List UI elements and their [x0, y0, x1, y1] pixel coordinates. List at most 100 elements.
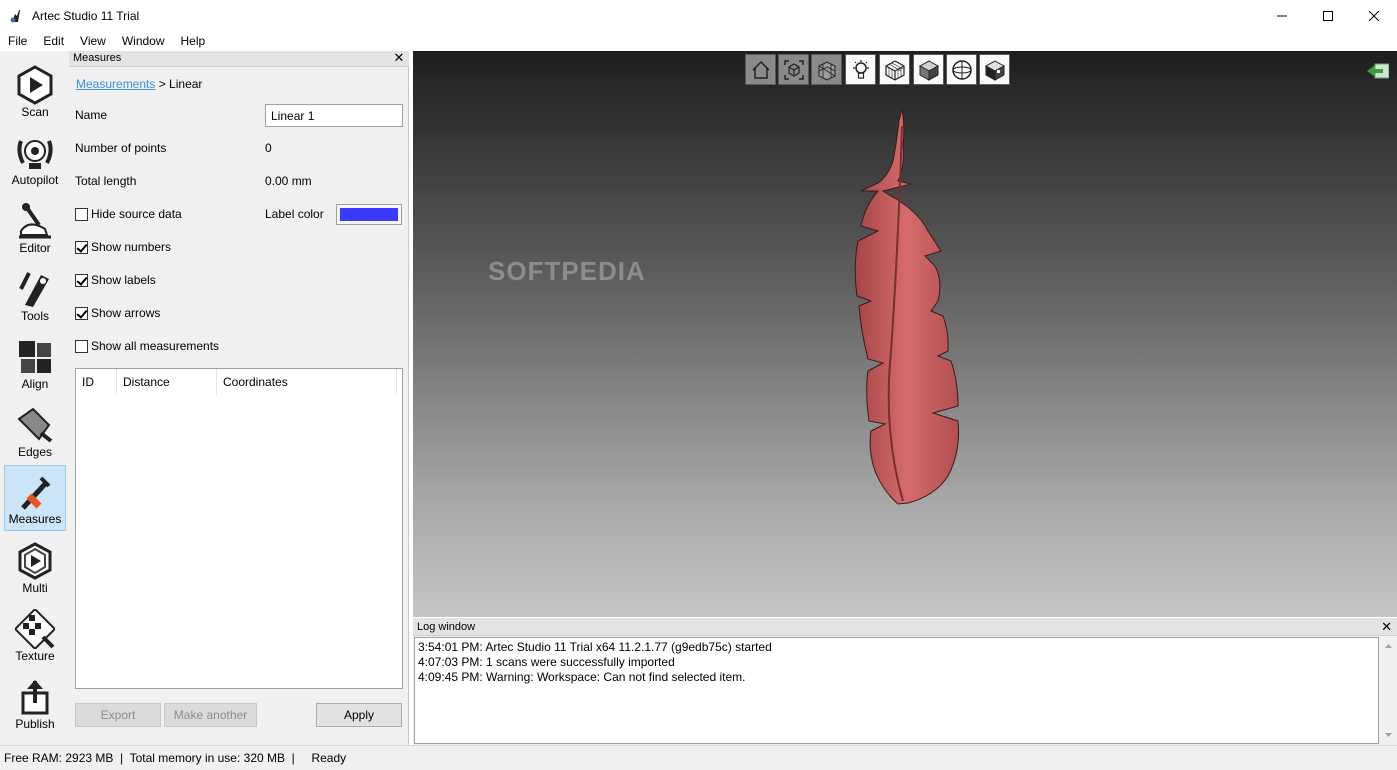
measures-panel: Measures ✕ Measurements > Linear Name Nu… — [69, 51, 409, 745]
menu-window[interactable]: Window — [114, 31, 173, 51]
status-text: Free RAM: 2923 MB | Total memory in use:… — [4, 751, 347, 765]
multi-icon — [18, 542, 52, 580]
panel-title: Measures — [73, 52, 122, 64]
tool-texture[interactable]: Texture — [4, 601, 66, 667]
table-header: ID Distance Coordinates — [76, 369, 402, 396]
tool-scan[interactable]: Scan — [4, 57, 66, 123]
length-value: 0.00 mm — [265, 174, 312, 188]
column-header-id[interactable]: ID — [76, 369, 117, 395]
edges-icon — [17, 407, 53, 443]
measures-icon — [21, 476, 51, 510]
editor-icon — [19, 203, 51, 239]
log-content[interactable]: 3:54:01 PM: Artec Studio 11 Trial x64 11… — [414, 637, 1379, 744]
tool-publish[interactable]: Publish — [4, 669, 66, 735]
log-header: Log window ✕ — [413, 618, 1397, 636]
panel-close-button[interactable]: ✕ — [392, 51, 406, 65]
scroll-up-icon[interactable] — [1380, 639, 1397, 653]
close-button[interactable] — [1351, 0, 1397, 31]
checkbox-box — [75, 273, 88, 287]
left-toolbar: Scan Autopilot Editor Tools Align Edges … — [0, 51, 72, 745]
menu-view[interactable]: View — [72, 31, 114, 51]
log-window: Log window ✕ 3:54:01 PM: Artec Studio 11… — [413, 618, 1397, 745]
tool-multi[interactable]: Multi — [4, 533, 66, 599]
tool-label: Measures — [8, 512, 62, 526]
tool-label: Publish — [15, 717, 55, 731]
tool-align[interactable]: Align — [4, 329, 66, 395]
3d-viewport[interactable]: SOFTPEDIA — [413, 51, 1397, 617]
checkbox-label: Show numbers — [91, 240, 172, 254]
label-color-swatch — [340, 208, 398, 221]
maximize-button[interactable] — [1305, 0, 1351, 31]
breadcrumb-current: > Linear — [155, 77, 203, 91]
points-value: 0 — [265, 141, 272, 155]
export-button[interactable]: Export — [75, 703, 161, 727]
breadcrumb-link[interactable]: Measurements — [76, 77, 155, 91]
show-all-measurements-checkbox[interactable]: Show all measurements — [75, 339, 219, 353]
log-line: 4:07:03 PM: 1 scans were successfully im… — [418, 655, 675, 669]
menu-help[interactable]: Help — [173, 31, 214, 51]
tool-tools[interactable]: Tools — [4, 261, 66, 327]
show-numbers-checkbox[interactable]: Show numbers — [75, 240, 171, 254]
label-color-picker[interactable] — [336, 204, 402, 225]
tool-autopilot[interactable]: Autopilot — [4, 125, 66, 191]
tool-label: Align — [21, 377, 49, 391]
tool-label: Edges — [17, 445, 53, 459]
window-title: Artec Studio 11 Trial — [32, 8, 140, 23]
label-color-label: Label color — [265, 207, 324, 221]
tool-editor[interactable]: Editor — [4, 193, 66, 259]
tool-measures[interactable]: Measures — [4, 465, 66, 531]
checkbox-label: Show labels — [91, 273, 156, 287]
scan-icon — [17, 65, 53, 105]
tool-label: Editor — [19, 241, 51, 255]
app-icon — [10, 9, 20, 22]
show-arrows-checkbox[interactable]: Show arrows — [75, 306, 160, 320]
breadcrumb: Measurements > Linear — [76, 77, 202, 91]
tool-label: Tools — [20, 309, 49, 323]
tool-edges[interactable]: Edges — [4, 397, 66, 463]
checkbox-label: Show all measurements — [91, 339, 220, 353]
checkbox-label: Hide source data — [91, 207, 182, 221]
name-label: Name — [75, 108, 108, 122]
tool-label: Texture — [15, 649, 55, 663]
menu-file[interactable]: File — [0, 31, 35, 51]
align-icon — [19, 341, 51, 373]
show-labels-checkbox[interactable]: Show labels — [75, 273, 156, 287]
feather-model[interactable] — [413, 51, 1397, 617]
hide-source-checkbox[interactable]: Hide source data — [75, 207, 182, 221]
menu-bar: File Edit View Window Help — [0, 31, 1397, 51]
make-another-button[interactable]: Make another — [164, 703, 257, 727]
checkbox-box — [75, 339, 88, 353]
texture-icon — [15, 609, 55, 649]
name-field[interactable] — [265, 104, 403, 127]
publish-icon — [21, 680, 49, 715]
minimize-button[interactable] — [1259, 0, 1305, 31]
close-icon — [1369, 10, 1379, 21]
measurements-table[interactable]: ID Distance Coordinates — [75, 368, 403, 689]
log-title: Log window — [417, 621, 476, 633]
tool-label: Autopilot — [11, 173, 59, 187]
points-label: Number of points — [75, 141, 167, 155]
panel-header: Measures ✕ — [69, 51, 409, 67]
log-line: 4:09:45 PM: Warning: Workspace: Can not … — [418, 670, 746, 684]
tools-icon — [19, 272, 49, 307]
menu-edit[interactable]: Edit — [35, 31, 72, 51]
column-header-distance[interactable]: Distance — [117, 369, 217, 395]
checkbox-label: Show arrows — [91, 306, 161, 320]
title-bar: Artec Studio 11 Trial — [0, 0, 1397, 31]
checkbox-box — [75, 207, 88, 221]
autopilot-icon — [17, 140, 53, 169]
scroll-down-icon[interactable] — [1380, 728, 1397, 742]
column-header-coordinates[interactable]: Coordinates — [217, 369, 397, 395]
log-line: 3:54:01 PM: Artec Studio 11 Trial x64 11… — [418, 640, 772, 654]
tool-label: Scan — [21, 105, 49, 119]
length-label: Total length — [75, 174, 137, 188]
log-scrollbar[interactable] — [1380, 637, 1397, 744]
apply-button[interactable]: Apply — [316, 703, 402, 727]
status-bar: Free RAM: 2923 MB | Total memory in use:… — [0, 745, 1397, 770]
tool-label: Multi — [22, 581, 48, 595]
checkbox-box — [75, 306, 88, 320]
maximize-icon — [1323, 10, 1333, 21]
minimize-icon — [1277, 15, 1287, 16]
checkbox-box — [75, 240, 88, 254]
log-close-button[interactable]: ✕ — [1381, 619, 1392, 635]
